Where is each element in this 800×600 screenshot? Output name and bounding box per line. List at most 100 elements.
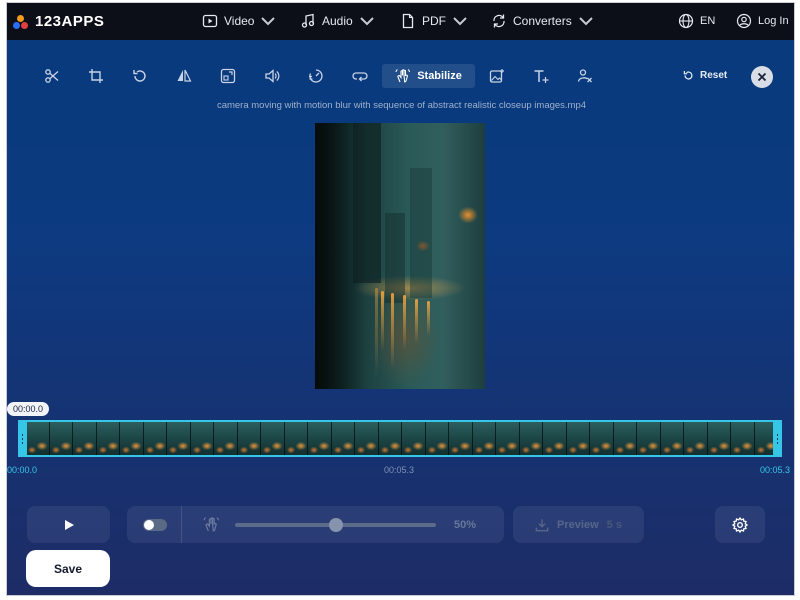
video-filename: camera moving with motion blur with sequ… [216, 100, 587, 111]
logo-text: 123APPS [35, 13, 105, 30]
timeline-start-label: 00:00.0 [7, 465, 38, 475]
nav-video[interactable]: Video [202, 13, 276, 29]
filmstrip-frame [261, 422, 285, 455]
tool-stabilize-label: Stabilize [417, 70, 462, 82]
tool-volume[interactable] [250, 64, 294, 88]
stabilize-panel: 50% [127, 506, 504, 543]
text-add-icon [534, 70, 549, 83]
tool-add-text[interactable] [519, 64, 563, 88]
filmstrip-frame [167, 422, 191, 455]
filmstrip-frame [237, 422, 261, 455]
filmstrip-frame [73, 422, 97, 455]
filmstrip-frame [378, 422, 402, 455]
remove-logo-icon [577, 69, 592, 83]
filmstrip-frame [308, 422, 332, 455]
stabilize-strength-slider-thumb[interactable] [328, 518, 343, 532]
nav-pdf-label: PDF [422, 14, 446, 28]
chevron-down-icon [578, 17, 593, 26]
filmstrip-frame [660, 422, 684, 455]
video-preview[interactable] [315, 123, 485, 389]
language-selector[interactable]: EN [678, 13, 715, 29]
tool-loop[interactable] [338, 64, 382, 88]
speed-icon [309, 69, 323, 83]
filmstrip-frame [731, 422, 755, 455]
nav-audio-label: Audio [322, 14, 353, 28]
stabilize-toggle[interactable] [143, 519, 167, 531]
nav-converters[interactable]: Converters [491, 13, 594, 29]
logo-icon [13, 14, 29, 30]
tool-cut[interactable] [30, 64, 74, 88]
preview-button[interactable]: Preview 5 s [513, 506, 644, 543]
trim-start-handle[interactable] [18, 420, 27, 457]
timeline-mid-label: 00:05.3 [384, 465, 415, 475]
filmstrip-frame [402, 422, 426, 455]
loop-icon [352, 72, 368, 82]
gear-icon [732, 516, 748, 533]
filmstrip-frame [590, 422, 614, 455]
nav-pdf[interactable]: PDF [400, 13, 468, 29]
filmstrip-frame [331, 422, 355, 455]
document-icon [402, 13, 414, 29]
tool-rotate[interactable] [118, 64, 162, 88]
tool-remove-logo[interactable] [563, 64, 607, 88]
play-button[interactable] [27, 506, 110, 543]
tool-speed[interactable] [294, 64, 338, 88]
flip-icon [177, 69, 192, 82]
tool-add-image[interactable] [475, 64, 519, 88]
undo-icon [683, 71, 693, 80]
nav-video-label: Video [224, 14, 255, 28]
app-logo[interactable]: 123APPS [13, 13, 104, 30]
trim-end-handle[interactable] [773, 420, 782, 457]
filmstrip-frame [26, 422, 50, 455]
preview-duration: 5 s [606, 518, 622, 531]
scissors-icon [45, 69, 59, 83]
filmstrip-frame [214, 422, 238, 455]
filmstrip-frame [96, 422, 120, 455]
image-add-icon [489, 69, 504, 83]
language-label: EN [700, 15, 716, 27]
tool-flip[interactable] [162, 64, 206, 88]
chevron-down-icon [261, 17, 276, 26]
convert-icon [493, 14, 505, 28]
filmstrip-frame [472, 422, 496, 455]
filmstrip-frame [684, 422, 708, 455]
toggle-knob [144, 520, 154, 530]
tool-stabilize[interactable]: Stabilize [382, 64, 475, 88]
tool-crop[interactable] [74, 64, 118, 88]
filmstrip-frame [543, 422, 567, 455]
filmstrip-frame [496, 422, 520, 455]
filmstrip-frame [707, 422, 731, 455]
reset-button[interactable]: Reset [683, 70, 727, 81]
download-icon [535, 518, 549, 531]
editing-toolbar: Stabilize [30, 64, 607, 88]
user-icon [736, 13, 752, 29]
filmstrip-frame [49, 422, 73, 455]
tool-resize[interactable] [206, 64, 250, 88]
settings-button[interactable] [715, 506, 765, 543]
video-icon [202, 14, 218, 28]
rotate-icon [133, 70, 146, 82]
close-icon [757, 72, 767, 82]
timeline-filmstrip[interactable] [18, 420, 782, 457]
playhead-time: 00:00.0 [7, 402, 50, 416]
filmstrip-frame [449, 422, 473, 455]
chevron-down-icon [359, 17, 374, 26]
filmstrip-frame [120, 422, 144, 455]
login-link[interactable]: Log In [736, 13, 789, 29]
login-label: Log In [758, 15, 789, 27]
close-button[interactable] [751, 66, 773, 88]
stabilize-strength-value: 50% [454, 519, 477, 531]
save-button[interactable]: Save [26, 550, 110, 587]
filmstrip-frame [613, 422, 637, 455]
reset-label: Reset [700, 70, 728, 81]
filmstrip-frame [425, 422, 449, 455]
top-navigation: 123APPS Video Audio PDF Converters EN Lo… [7, 3, 794, 40]
stabilize-hand-icon [203, 516, 220, 538]
filmstrip-frame [190, 422, 214, 455]
speaker-icon [265, 69, 280, 83]
timeline-end-label: 00:05.3 [760, 465, 791, 475]
chevron-down-icon [453, 17, 467, 26]
filmstrip-frame [519, 422, 543, 455]
nav-audio[interactable]: Audio [300, 13, 375, 29]
filmstrip-frame [143, 422, 167, 455]
